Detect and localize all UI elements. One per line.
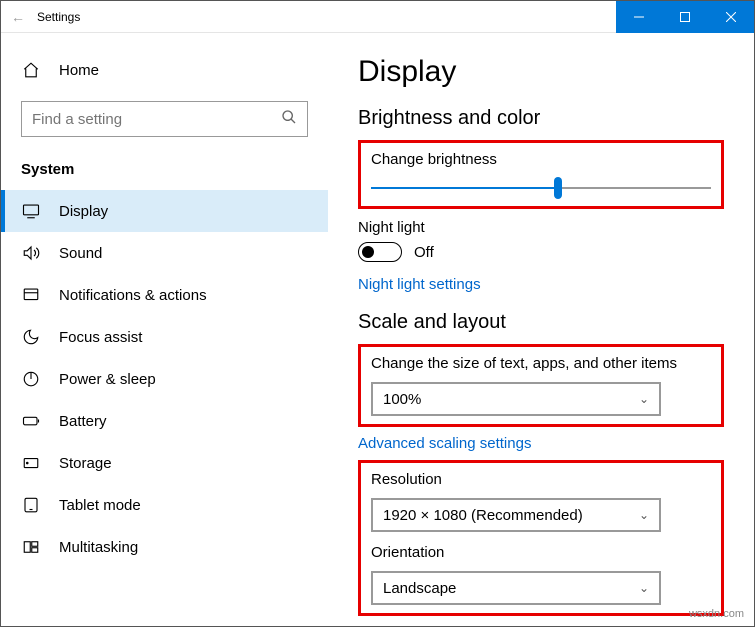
watermark: wsxdn.com [689, 608, 744, 620]
sidebar-item-label: Sound [59, 245, 102, 262]
sidebar-item-label: Focus assist [59, 329, 142, 346]
search-input[interactable] [21, 101, 308, 137]
sidebar-item-power-sleep[interactable]: Power & sleep [1, 358, 328, 400]
close-button[interactable] [708, 1, 754, 33]
battery-icon [21, 412, 41, 430]
home-icon [21, 61, 41, 79]
scale-heading: Scale and layout [358, 311, 724, 334]
tablet-icon [21, 496, 41, 514]
brightness-highlight-box: Change brightness [358, 140, 724, 209]
slider-thumb[interactable] [554, 177, 562, 199]
night-light-label: Night light [358, 219, 724, 236]
sidebar-item-label: Storage [59, 455, 112, 472]
sidebar-item-multitasking[interactable]: Multitasking [1, 526, 328, 568]
home-label: Home [59, 62, 99, 79]
sidebar-item-display[interactable]: Display [1, 190, 328, 232]
sidebar-item-label: Tablet mode [59, 497, 141, 514]
sidebar-item-sound[interactable]: Sound [1, 232, 328, 274]
brightness-slider[interactable] [371, 178, 711, 198]
display-icon [21, 202, 41, 220]
multitasking-icon [21, 538, 41, 556]
night-light-state: Off [414, 244, 434, 261]
titlebar: ← Settings [1, 1, 754, 33]
orientation-value: Landscape [383, 580, 456, 597]
minimize-button[interactable] [616, 1, 662, 33]
sound-icon [21, 244, 41, 262]
back-icon[interactable]: ← [11, 9, 25, 25]
sidebar: Home System Display Sound [1, 33, 328, 626]
sidebar-item-focus-assist[interactable]: Focus assist [1, 316, 328, 358]
power-icon [21, 370, 41, 388]
resolution-highlight-box: Resolution 1920 × 1080 (Recommended) ⌄ O… [358, 460, 724, 616]
page-title: Display [358, 55, 724, 89]
night-light-settings-link[interactable]: Night light settings [358, 276, 724, 293]
sidebar-item-notifications[interactable]: Notifications & actions [1, 274, 328, 316]
scale-highlight-box: Change the size of text, apps, and other… [358, 344, 724, 427]
sidebar-item-tablet-mode[interactable]: Tablet mode [1, 484, 328, 526]
slider-track-left [371, 187, 558, 189]
toggle-knob [362, 246, 374, 258]
slider-track-right [558, 187, 711, 189]
resolution-select[interactable]: 1920 × 1080 (Recommended) ⌄ [371, 498, 661, 532]
resolution-value: 1920 × 1080 (Recommended) [383, 507, 583, 524]
sidebar-item-storage[interactable]: Storage [1, 442, 328, 484]
night-light-toggle[interactable] [358, 242, 402, 262]
focus-assist-icon [21, 328, 41, 346]
search-icon [281, 109, 297, 129]
advanced-scaling-link[interactable]: Advanced scaling settings [358, 435, 724, 452]
section-label: System [1, 155, 328, 190]
maximize-button[interactable] [662, 1, 708, 33]
sidebar-home[interactable]: Home [1, 51, 328, 89]
notifications-icon [21, 286, 41, 304]
sidebar-item-battery[interactable]: Battery [1, 400, 328, 442]
search-field[interactable] [32, 111, 281, 128]
scale-label: Change the size of text, apps, and other… [371, 355, 711, 372]
content-area: Display Brightness and color Change brig… [328, 33, 754, 626]
orientation-label: Orientation [371, 544, 711, 561]
sidebar-item-label: Battery [59, 413, 107, 430]
brightness-label: Change brightness [371, 151, 711, 168]
chevron-down-icon: ⌄ [639, 581, 649, 595]
sidebar-item-label: Notifications & actions [59, 287, 207, 304]
brightness-heading: Brightness and color [358, 107, 724, 130]
window-title: Settings [37, 10, 80, 24]
chevron-down-icon: ⌄ [639, 392, 649, 406]
sidebar-item-label: Display [59, 203, 108, 220]
sidebar-item-label: Power & sleep [59, 371, 156, 388]
sidebar-item-label: Multitasking [59, 539, 138, 556]
storage-icon [21, 454, 41, 472]
orientation-select[interactable]: Landscape ⌄ [371, 571, 661, 605]
chevron-down-icon: ⌄ [639, 508, 649, 522]
resolution-label: Resolution [371, 471, 711, 488]
scale-value: 100% [383, 391, 421, 408]
scale-select[interactable]: 100% ⌄ [371, 382, 661, 416]
